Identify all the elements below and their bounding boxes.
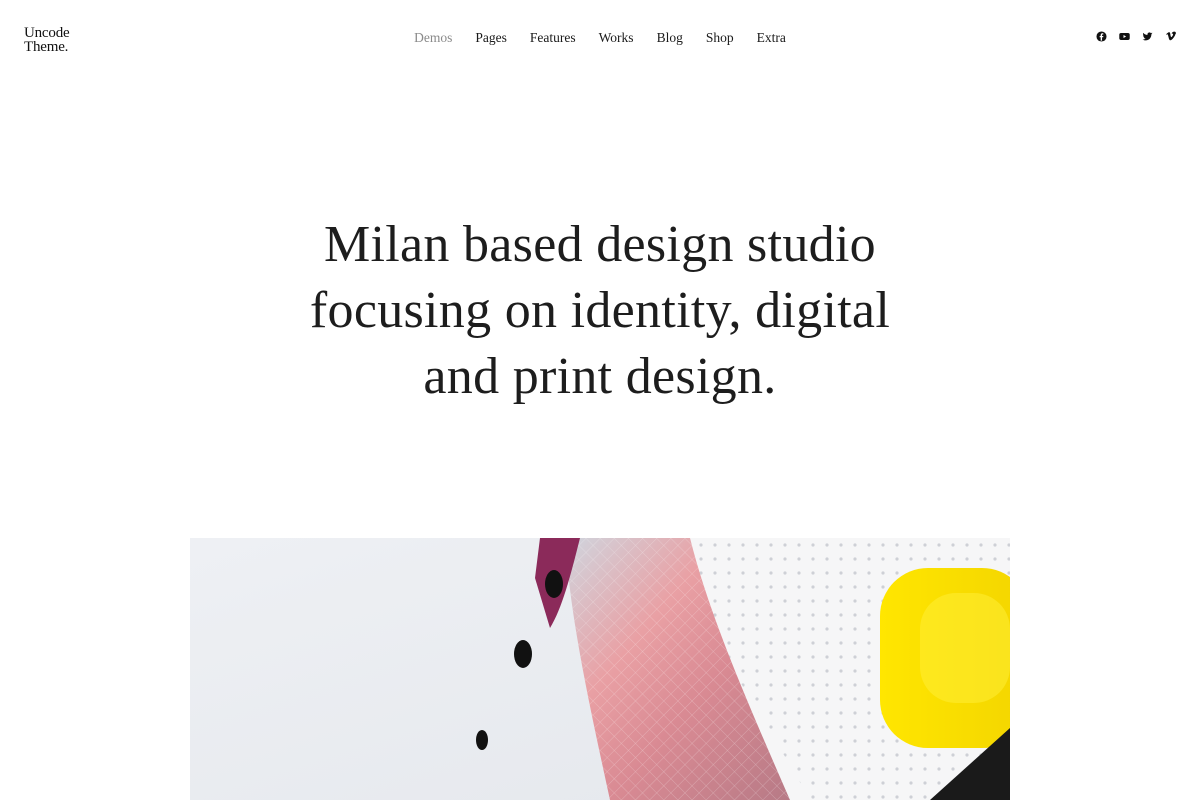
nav-item-blog[interactable]: Blog: [645, 30, 694, 46]
hero-heading: Milan based design studio focusing on id…: [0, 212, 1200, 410]
twitter-icon[interactable]: [1142, 31, 1153, 42]
hero-line-3: and print design.: [423, 348, 777, 405]
nav-item-extra[interactable]: Extra: [745, 30, 797, 46]
social-links: [1096, 31, 1176, 42]
facebook-icon[interactable]: [1096, 31, 1107, 42]
nav-item-features[interactable]: Features: [518, 30, 587, 46]
hero-line-1: Milan based design studio: [323, 216, 876, 273]
hero-line-2: focusing on identity, digital: [309, 282, 891, 339]
nav-item-demos[interactable]: Demos: [403, 30, 464, 46]
nav-item-pages[interactable]: Pages: [464, 30, 519, 46]
site-header: Uncode Theme. Demos Pages Features Works…: [0, 0, 1200, 78]
hero-section: Milan based design studio focusing on id…: [0, 212, 1200, 410]
main-nav: Demos Pages Features Works Blog Shop Ext…: [0, 30, 1200, 46]
youtube-icon[interactable]: [1119, 31, 1130, 42]
nav-item-works[interactable]: Works: [587, 30, 645, 46]
featured-sneaker-image: [190, 538, 1010, 800]
vimeo-icon[interactable]: [1165, 31, 1176, 42]
nav-item-shop[interactable]: Shop: [694, 30, 745, 46]
